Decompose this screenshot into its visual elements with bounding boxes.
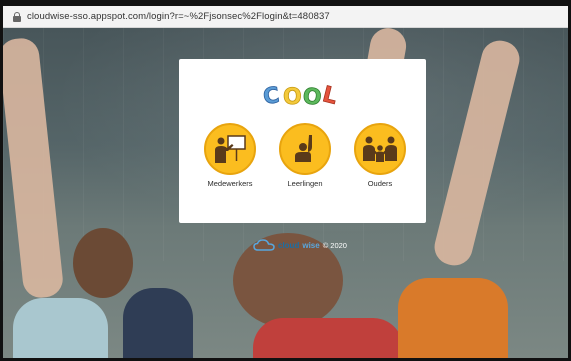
- svg-text:L: L: [319, 82, 339, 110]
- svg-text:O: O: [301, 84, 322, 111]
- child-shirt-left: [13, 298, 108, 358]
- login-role-card: C O O L Medewerkers Leerlingen Ouders: [179, 59, 426, 223]
- role-circle: [354, 123, 406, 175]
- url-text[interactable]: cloudwise-sso.appspot.com/login?r=~%2Fjs…: [27, 11, 330, 22]
- role-ouders-button[interactable]: Ouders: [345, 123, 415, 188]
- footer-branding: cloud wise © 2020: [253, 239, 347, 251]
- child-shirt-center: [253, 318, 403, 358]
- role-label: Medewerkers: [207, 179, 253, 188]
- role-options: Medewerkers Leerlingen Ouders: [195, 123, 415, 188]
- svg-text:C: C: [261, 83, 280, 110]
- cool-logo: C O O L: [179, 79, 426, 116]
- student-hand-raised-icon: [295, 135, 312, 162]
- role-label: Leerlingen: [287, 179, 323, 188]
- teacher-icon: [215, 135, 246, 163]
- svg-text:O: O: [283, 85, 302, 110]
- role-circle: [204, 123, 256, 175]
- cool-logo-icon: C O O L: [261, 82, 340, 111]
- role-medewerkers-button[interactable]: Medewerkers: [195, 123, 265, 188]
- brand-name-part1: cloud: [278, 240, 300, 250]
- copyright-text: © 2020: [322, 240, 347, 250]
- lock-icon: [13, 11, 21, 22]
- address-bar[interactable]: cloudwise-sso.appspot.com/login?r=~%2Fjs…: [3, 6, 568, 28]
- child-head-left: [73, 228, 133, 298]
- child-shirt-middle-left: [123, 288, 193, 358]
- brand-name-part2: wise: [302, 240, 320, 250]
- cloud-logo-icon: [253, 239, 275, 251]
- role-circle: [279, 123, 331, 175]
- role-leerlingen-button[interactable]: Leerlingen: [270, 123, 340, 188]
- parents-family-icon: [363, 136, 397, 162]
- browser-window: cloudwise-sso.appspot.com/login?r=~%2Fjs…: [0, 0, 571, 361]
- role-label: Ouders: [367, 179, 393, 188]
- child-shirt-right: [398, 278, 508, 358]
